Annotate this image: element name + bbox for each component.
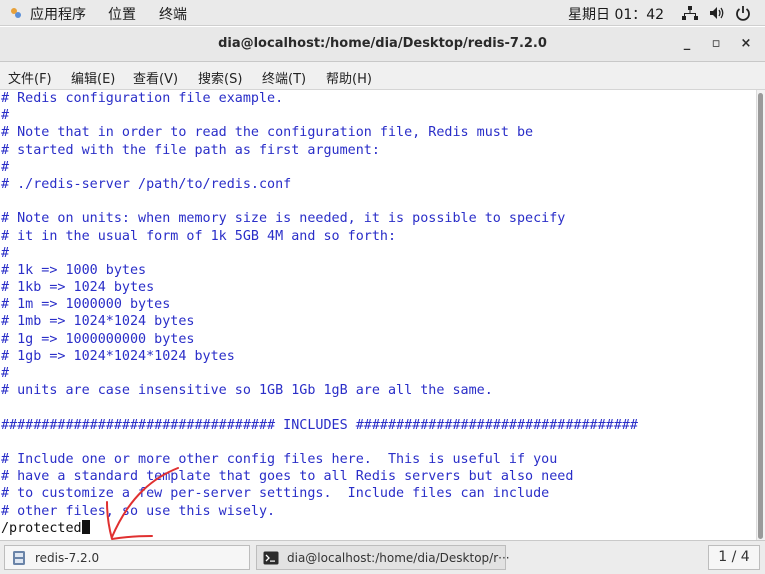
taskbar-item-label: redis-7.2.0 — [35, 551, 100, 565]
menu-edit[interactable]: 编辑(E) — [71, 68, 115, 87]
taskbar-item-label: dia@localhost:/home/dia/Desktop/r··· — [287, 551, 510, 565]
terminal-line: # 1g => 1000000000 bytes — [1, 331, 195, 347]
terminal-line: ################################## INCLU… — [1, 417, 638, 433]
close-button[interactable]: × — [737, 35, 755, 53]
terminal-line: # — [1, 245, 10, 261]
terminal-line: # ./redis-server /path/to/redis.conf — [1, 176, 292, 192]
terminal-line: # — [1, 108, 10, 124]
clock[interactable]: 星期日 01：42 — [568, 4, 664, 24]
text-cursor — [81, 519, 90, 534]
terminal-line: # Note on units: when memory size is nee… — [1, 211, 566, 227]
terminal-icon — [263, 551, 279, 565]
menubar: 文件(F) 编辑(E) 查看(V) 搜索(S) 终端(T) 帮助(H) — [0, 62, 765, 90]
menu-file[interactable]: 文件(F) — [8, 68, 52, 87]
terminal-line: # have a standard template that goes to … — [1, 469, 574, 485]
terminal-view[interactable]: # Redis configuration file example. # # No… — [0, 90, 756, 540]
terminal-line: # units are case insensitive so 1GB 1Gb … — [1, 383, 493, 399]
places-menu[interactable]: 位置 — [108, 4, 136, 24]
terminal-line: # — [1, 159, 10, 175]
menu-help[interactable]: 帮助(H) — [326, 68, 372, 87]
terminal-app-menu[interactable]: 终端 — [159, 4, 187, 24]
volume-icon[interactable] — [709, 6, 727, 20]
taskbar: redis-7.2.0 dia@localhost:/home/dia/Desk… — [0, 540, 765, 574]
file-cabinet-icon — [13, 551, 25, 565]
terminal-line: # 1k => 1000 bytes — [1, 262, 147, 278]
terminal-line: # 1gb => 1024*1024*1024 bytes — [1, 348, 235, 364]
workspace-pager[interactable]: 1 / 4 — [708, 545, 760, 570]
terminal-line: # Redis configuration file example. — [1, 91, 284, 106]
terminal-line: # Note that in order to read the configu… — [1, 125, 534, 141]
taskbar-item-terminal[interactable]: dia@localhost:/home/dia/Desktop/r··· — [256, 545, 510, 570]
minimize-button[interactable]: _ — [678, 35, 696, 53]
network-icon[interactable] — [682, 6, 698, 20]
terminal-line: # it in the usual form of 1k 5GB 4M and … — [1, 228, 397, 244]
terminal-line: # started with the file path as first ar… — [1, 142, 380, 158]
top-panel: 应用程序 位置 终端 星期日 01：42 — [0, 0, 765, 26]
terminal-line: # to customize a few per-server settings… — [1, 486, 550, 502]
terminal-line: # 1m => 1000000 bytes — [1, 297, 171, 313]
menu-terminal[interactable]: 终端(T) — [262, 68, 306, 87]
window-titlebar[interactable]: dia@localhost:/home/dia/Desktop/redis-7.… — [0, 27, 765, 62]
command-line[interactable]: /protected — [1, 519, 638, 537]
terminal-line: # Include one or more other config files… — [1, 451, 558, 467]
terminal-line: # 1kb => 1024 bytes — [1, 280, 155, 296]
scrollbar-thumb[interactable] — [758, 93, 763, 539]
terminal-line: # 1mb => 1024*1024 bytes — [1, 314, 195, 330]
power-icon[interactable] — [735, 5, 751, 21]
menu-view[interactable]: 查看(V) — [133, 68, 178, 87]
applications-icon — [11, 8, 21, 18]
search-command: /protected — [1, 520, 82, 536]
scrollbar[interactable] — [756, 90, 765, 540]
terminal-output: # Redis configuration file example. # # No… — [1, 90, 638, 537]
taskbar-item-file-manager[interactable]: redis-7.2.0 — [4, 545, 250, 570]
maximize-button[interactable]: ▫ — [707, 35, 725, 53]
applications-menu[interactable]: 应用程序 — [30, 4, 86, 24]
terminal-line: # — [1, 366, 10, 381]
menu-search[interactable]: 搜索(S) — [198, 68, 242, 87]
window-title: dia@localhost:/home/dia/Desktop/redis-7.… — [218, 36, 547, 51]
terminal-line: # other files, so use this wisely. — [1, 503, 276, 519]
